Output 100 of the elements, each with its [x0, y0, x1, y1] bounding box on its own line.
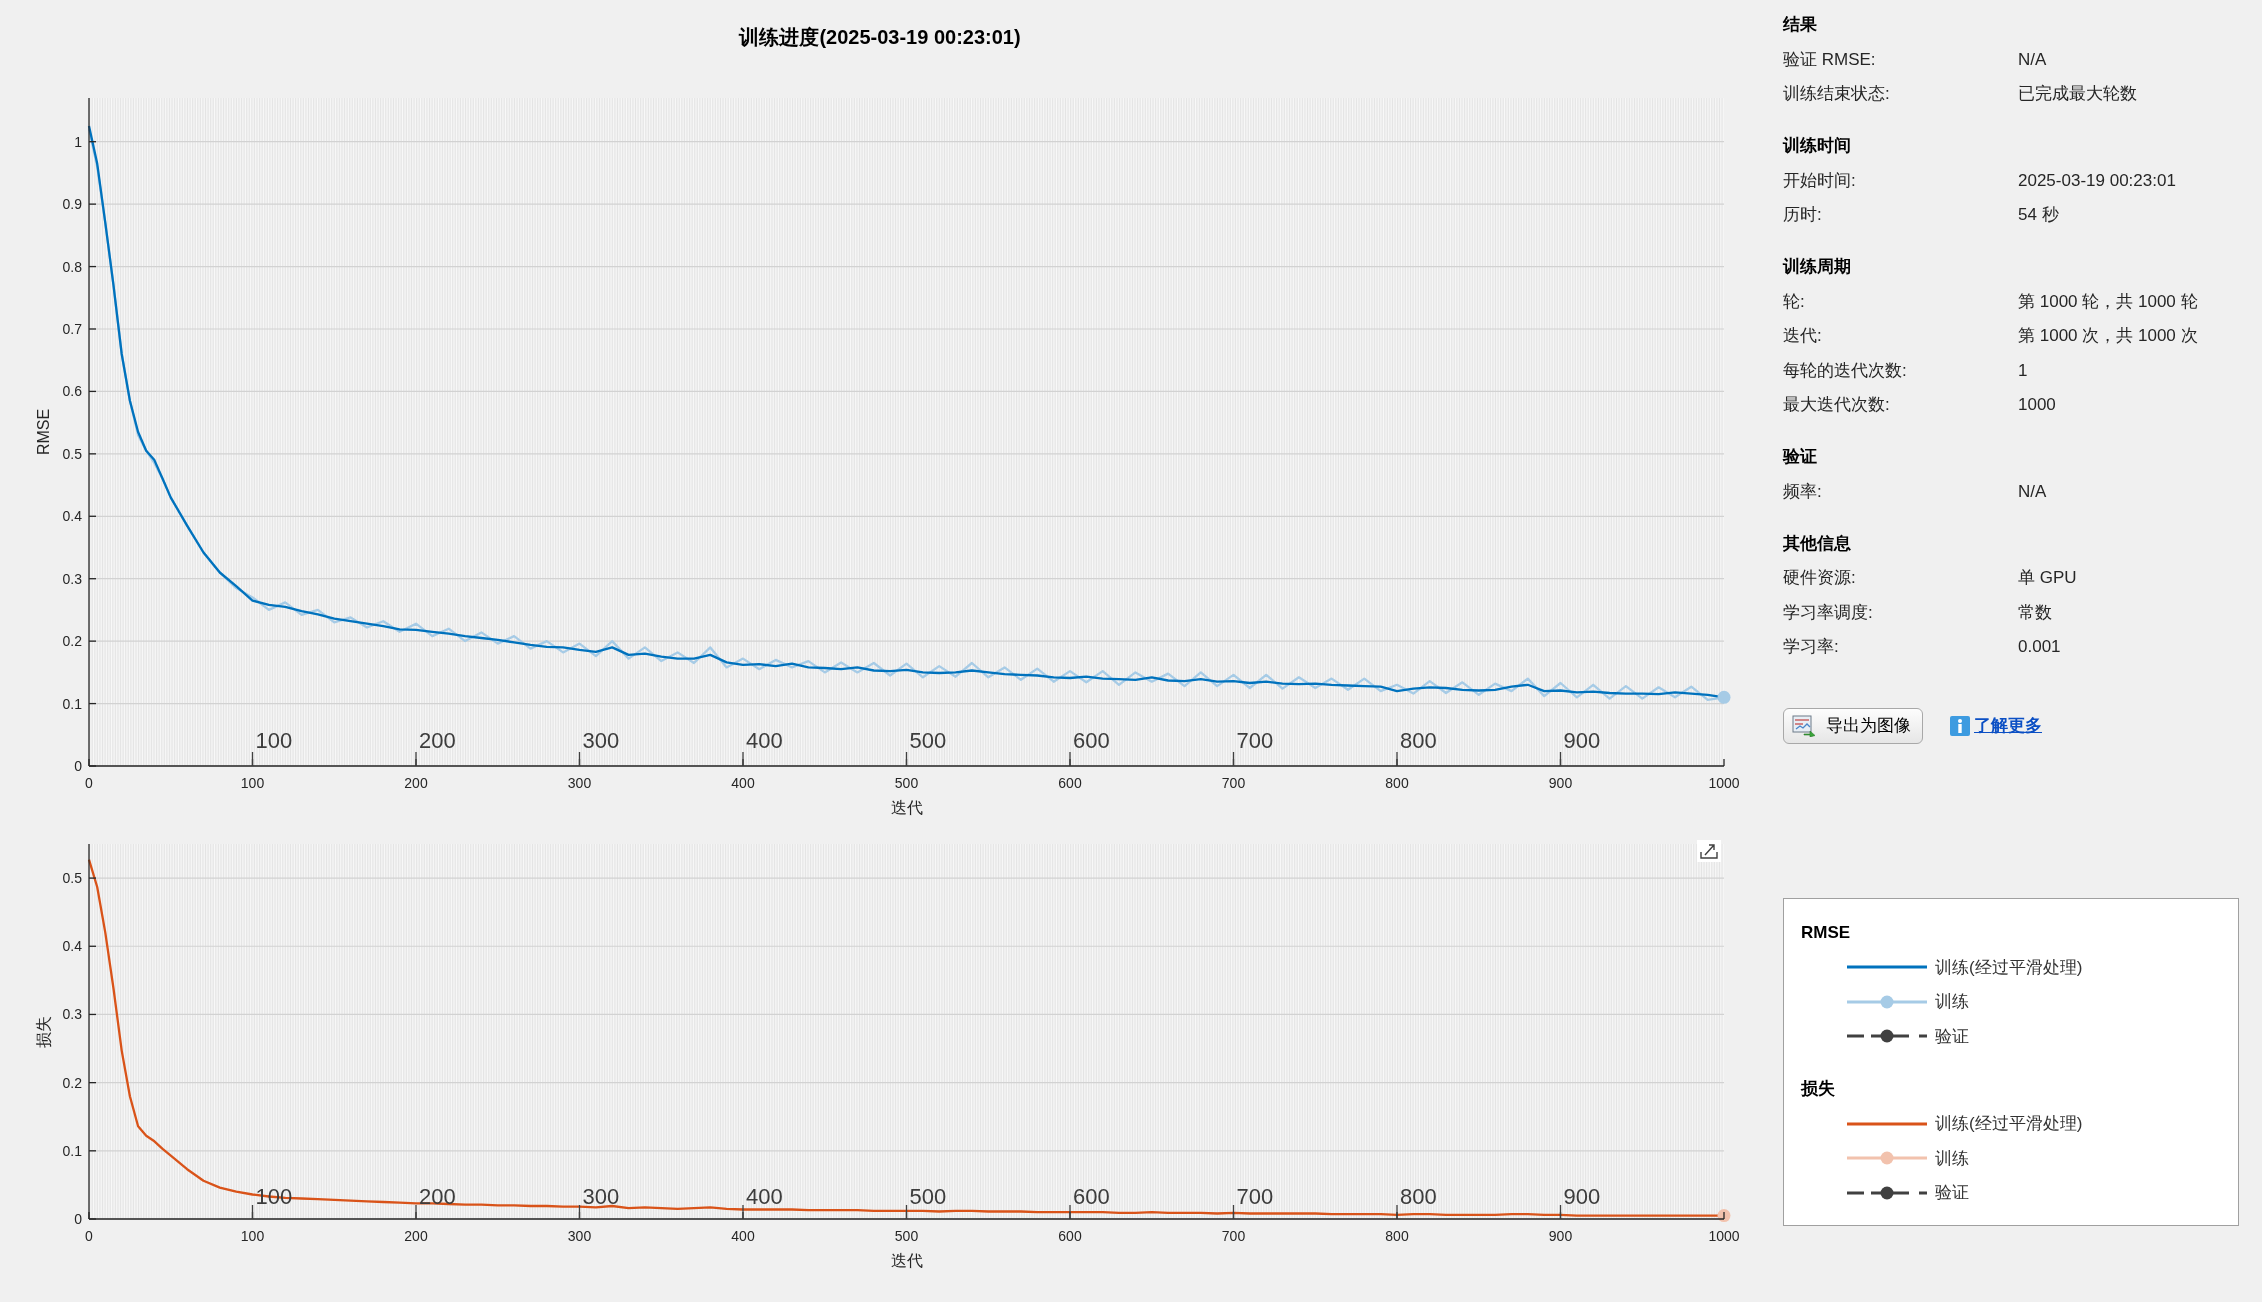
- axis-tick-label: 700: [1221, 775, 1246, 791]
- axis-tick-label: 300: [567, 1228, 592, 1244]
- field-label: 频率:: [1783, 480, 1823, 503]
- axis-tick-label: 600: [1058, 1228, 1082, 1244]
- axis-label: 迭代: [890, 799, 923, 816]
- axis-tick-label: 100: [240, 775, 265, 791]
- axis-tick-label: 400: [731, 1228, 755, 1244]
- axis-tick-label: 0.4: [62, 508, 82, 525]
- legend-label: 训练: [1935, 1147, 1969, 1170]
- field-label: 学习率调度:: [1783, 601, 1874, 624]
- axis-tick-label: 0.5: [62, 870, 82, 887]
- axis-tick-label: 800: [1385, 775, 1409, 791]
- field-label: 最大迭代次数:: [1783, 394, 1891, 416]
- section-heading: 验证: [1783, 446, 1817, 468]
- axis-tick-label: 200: [404, 775, 428, 791]
- chart-title: 训练进度(2025-03-19 00:23:01): [739, 25, 1021, 49]
- axis-tick-label: 700: [1221, 1228, 1246, 1244]
- axis-tick-label: 900: [1548, 775, 1573, 791]
- field-value: 已完成最大轮数: [2018, 83, 2137, 105]
- axis-label: 迭代: [890, 1252, 923, 1269]
- epoch-label: 800: [1400, 728, 1437, 753]
- export-image-button[interactable]: 导出为图像: [1783, 707, 1923, 744]
- section-heading: 训练时间: [1783, 135, 1851, 157]
- legend-heading: RMSE: [1801, 921, 1851, 944]
- field-label: 每轮的迭代次数:: [1783, 359, 1908, 382]
- field-label: 轮:: [1783, 290, 1806, 313]
- legend-label: 训练(经过平滑处理): [1935, 956, 2083, 979]
- field-label: 硬件资源:: [1783, 567, 1857, 589]
- axis-tick-label: 800: [1385, 1228, 1409, 1244]
- axis-tick-label: 0: [74, 1211, 82, 1227]
- field-value: N/A: [2018, 48, 2047, 71]
- section-heading: 结果: [1783, 14, 1817, 36]
- axis-tick-label: 0.7: [62, 321, 82, 337]
- field-value: 54 秒: [2018, 204, 2059, 226]
- info-icon: [1950, 715, 1970, 736]
- epoch-label: 700: [1236, 728, 1274, 753]
- axis-tick-label: 0.2: [62, 1074, 82, 1091]
- axis-tick-label: 0.8: [62, 258, 82, 275]
- legend-heading: 损失: [1801, 1078, 1835, 1100]
- field-value: 第 1000 次，共 1000 次: [2018, 325, 2198, 347]
- section-heading: 训练周期: [1783, 256, 1851, 278]
- epoch-label: 600: [1073, 728, 1110, 753]
- axis-tick-label: 300: [567, 775, 592, 791]
- axis-tick-label: 1: [74, 133, 82, 150]
- epoch-label: 100: [255, 728, 293, 753]
- field-value: 0.001: [2018, 636, 2061, 658]
- field-value: 1: [2018, 359, 2028, 382]
- legend-label: 验证: [1935, 1025, 1969, 1048]
- field-value: 2025-03-19 00:23:01: [2018, 169, 2176, 192]
- export-icon[interactable]: [1697, 840, 1721, 862]
- axis-tick-label: 900: [1548, 1228, 1573, 1244]
- axis-tick-label: 1000: [1708, 1228, 1740, 1244]
- legend-label: 训练: [1935, 991, 1969, 1014]
- axis-tick-label: 1000: [1708, 775, 1740, 791]
- axis-tick-label: 600: [1058, 775, 1082, 791]
- axis-tick-label: 0: [85, 1228, 93, 1244]
- field-value: 1000: [2018, 394, 2056, 416]
- image-export-icon: [1792, 714, 1816, 737]
- axis-tick-label: 500: [894, 1228, 919, 1244]
- epoch-label: 300: [582, 728, 620, 753]
- field-label: 历时:: [1783, 204, 1823, 226]
- axis-tick-label: 0.4: [62, 938, 82, 955]
- epoch-label: 200: [419, 728, 456, 753]
- epoch-label: 500: [909, 1184, 947, 1209]
- axis-tick-label: 0.3: [62, 1006, 82, 1023]
- axis-tick-label: 0.1: [62, 1142, 82, 1159]
- epoch-label: 900: [1563, 728, 1601, 753]
- axis-tick-label: 0.1: [62, 695, 82, 712]
- legend-label: 训练(经过平滑处理): [1935, 1113, 2083, 1136]
- axis-tick-label: 0.9: [62, 196, 82, 213]
- legend-label: 验证: [1935, 1182, 1969, 1205]
- axis-tick-label: 0: [85, 775, 93, 791]
- field-value: 第 1000 轮，共 1000 轮: [2018, 290, 2198, 313]
- axis-tick-label: 0.2: [62, 633, 82, 650]
- field-label: 迭代:: [1783, 325, 1823, 347]
- axis-tick-label: 0.6: [62, 383, 82, 400]
- epoch-label: 700: [1236, 1184, 1274, 1209]
- axis-tick-label: 0: [74, 758, 82, 774]
- field-value: 常数: [2018, 601, 2052, 624]
- epoch-label: 400: [746, 1184, 783, 1209]
- axis-tick-label: 0.3: [62, 570, 82, 587]
- section-heading: 其他信息: [1783, 532, 1851, 555]
- learn-more-link[interactable]: 了解更多: [1974, 714, 2042, 737]
- epoch-label: 900: [1563, 1184, 1601, 1209]
- axis-label: RMSE: [35, 408, 52, 456]
- axis-tick-label: 500: [894, 775, 919, 791]
- epoch-label: 300: [582, 1184, 620, 1209]
- epoch-label: 600: [1073, 1184, 1110, 1209]
- field-value: N/A: [2018, 480, 2047, 503]
- axis-tick-label: 200: [404, 1228, 428, 1244]
- axis-tick-label: 400: [731, 775, 755, 791]
- field-label: 学习率:: [1783, 636, 1840, 658]
- field-label: 训练结束状态:: [1783, 83, 1891, 105]
- field-label: 开始时间:: [1783, 169, 1857, 192]
- epoch-label: 400: [746, 728, 783, 753]
- field-value: 单 GPU: [2018, 567, 2077, 589]
- epoch-label: 800: [1400, 1184, 1437, 1209]
- axis-tick-label: 100: [240, 1228, 265, 1244]
- epoch-label: 500: [909, 728, 947, 753]
- field-label: 验证 RMSE:: [1783, 48, 1877, 71]
